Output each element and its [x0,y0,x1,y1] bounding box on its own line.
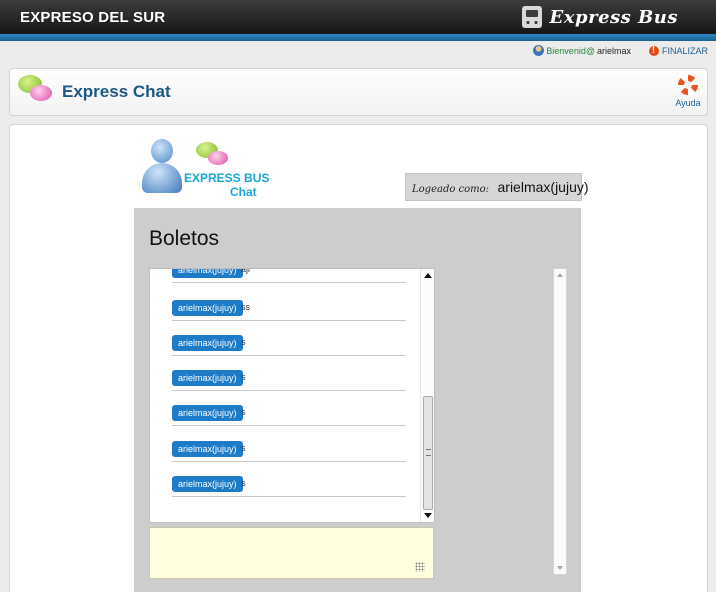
message-text: s [241,407,246,417]
logo-line-1: EXPRESS BUS [184,171,270,185]
lifebuoy-icon[interactable] [678,75,698,95]
logged-user: arielmax(jujuy) [497,179,589,195]
username: arielmax [596,45,631,56]
help-button[interactable]: Ayuda [675,75,701,108]
bus-icon [521,6,542,28]
message-text: s [241,372,246,382]
logout-link[interactable]: FINALIZAR [662,46,708,56]
help-label[interactable]: Ayuda [675,98,701,108]
message-text: s [241,337,246,347]
message-list-scrollbar[interactable] [420,269,434,522]
message-author: arielmax(jujuy) [172,441,243,457]
message-row: arielmax(jujuy) s [172,434,406,462]
page-title: Express Chat [62,82,171,101]
page-header: Express Chat Ayuda [9,68,708,116]
top-bar: EXPRESO DEL SUR Express Bus [0,0,716,34]
message-author: arielmax(jujuy) [172,370,243,386]
message-row: arielmax(jujuy) s [172,363,406,391]
person-icon [142,139,182,195]
logout-icon[interactable] [648,45,659,56]
message-row: arielmax(jujuy) s [172,469,406,497]
users-list[interactable] [553,268,567,575]
message-text: s [241,478,246,488]
express-bus-chat-logo: EXPRESS BUS Chat [134,139,274,201]
brand-logo: Express Bus [521,5,678,29]
message-list[interactable]: arielmax(jujuy) aji arielmax(jujuy) ss a… [149,268,435,523]
message-row: arielmax(jujuy) ss [172,293,406,321]
scroll-up-arrow-icon[interactable] [424,273,432,278]
message-row: arielmax(jujuy) s [172,328,406,356]
header-accent-bar [0,34,716,41]
chat-bubbles-icon [18,75,54,107]
brand-text: Express Bus [549,6,678,28]
user-icon [533,45,545,56]
logged-label: Logeado como: [412,184,490,195]
message-text: aji [241,268,251,274]
message-text: ss [241,302,250,312]
message-text: s [241,443,246,453]
logged-in-box: Logeado como: arielmax(jujuy) [405,173,589,201]
message-author: arielmax(jujuy) [172,335,243,351]
message-row: arielmax(jujuy) aji [172,268,406,283]
message-input[interactable] [149,527,434,579]
users-scroll-down-icon[interactable] [557,566,563,570]
message-author: arielmax(jujuy) [172,405,243,421]
scrollbar-thumb[interactable] [423,396,433,510]
welcome-text: Bienvenid@ [546,45,595,56]
room-title: Boletos [149,227,220,250]
message-author: arielmax(jujuy) [172,476,243,492]
users-scroll-up-icon[interactable] [557,273,563,277]
scroll-down-arrow-icon[interactable] [424,513,432,518]
resize-grip-icon[interactable] [415,562,425,572]
logo-line-2: Chat [230,185,257,199]
message-author: arielmax(jujuy) [172,300,243,316]
user-bar: Bienvenid@ arielmax FINALIZAR [533,45,708,56]
message-row: arielmax(jujuy) s [172,398,406,426]
message-author: arielmax(jujuy) [172,269,243,278]
app-name: EXPRESO DEL SUR [20,9,166,26]
